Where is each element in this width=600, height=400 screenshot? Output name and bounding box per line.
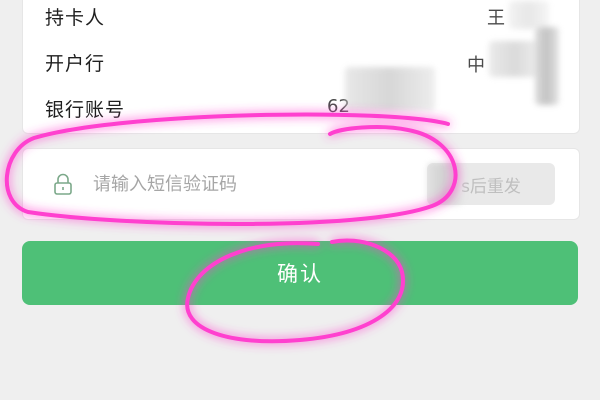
holder-label: 持卡人 (45, 6, 106, 29)
sms-code-input[interactable] (91, 165, 415, 203)
account-value-redaction (345, 67, 435, 111)
account-row: 银行账号 (45, 93, 579, 123)
card-info-panel: 持卡人 王 开户行 中 银行账号 62 (22, 0, 580, 134)
bank-value: 中 (467, 55, 485, 76)
account-label: 银行账号 (45, 98, 126, 121)
confirm-label: 确认 (277, 262, 323, 286)
confirm-button[interactable]: 确认 (22, 241, 578, 305)
resend-code-label: s后重发 (461, 176, 521, 197)
holder-value-redaction (509, 1, 549, 29)
countdown-redaction (427, 163, 463, 205)
lock-icon (54, 173, 72, 195)
holder-value: 王 (487, 8, 505, 29)
bank-value-redaction (489, 41, 541, 77)
bank-label: 开户行 (45, 52, 106, 75)
sms-code-panel: s后重发 (22, 148, 580, 220)
